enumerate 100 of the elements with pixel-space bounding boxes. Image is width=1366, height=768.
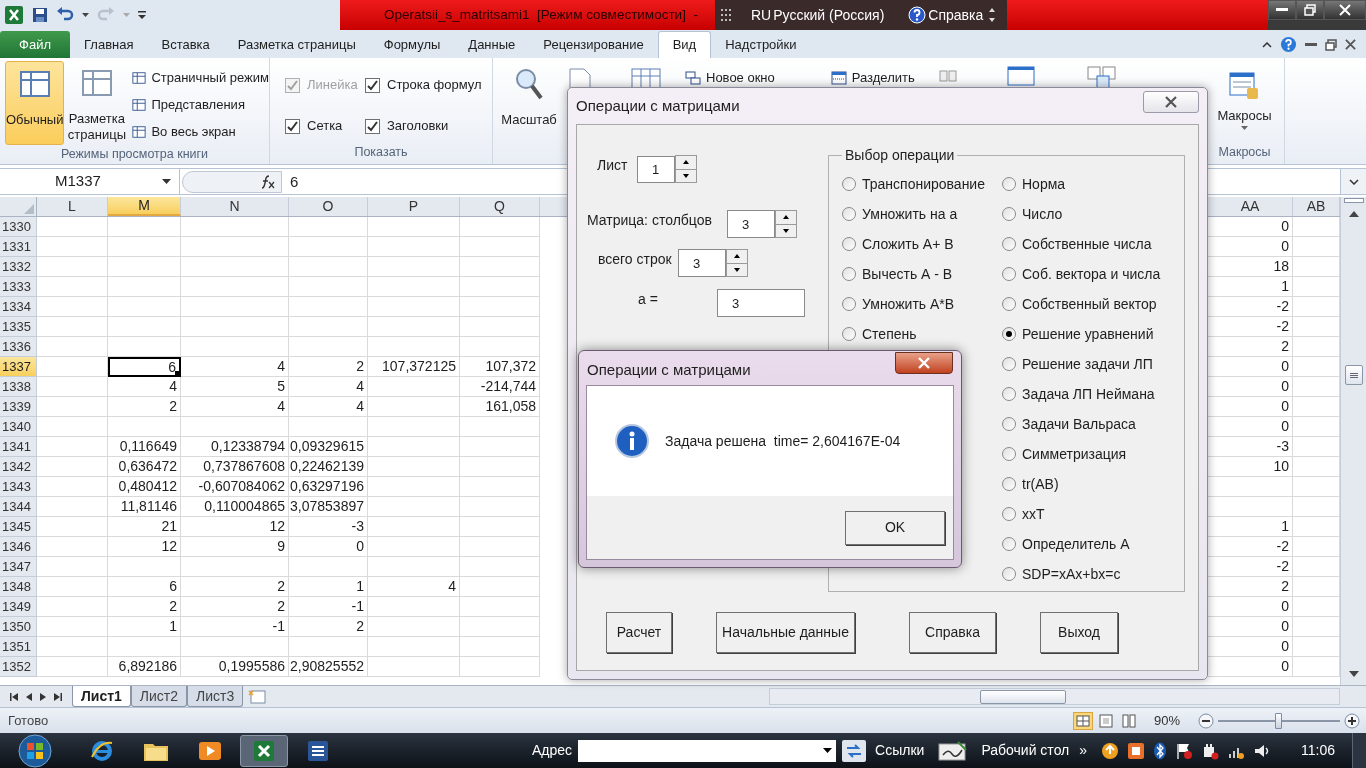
ribbon-tab[interactable]: Рецензирование xyxy=(529,31,658,58)
down-arrow-icon[interactable] xyxy=(1348,671,1359,677)
checkbox-option[interactable]: Строка формул xyxy=(365,75,495,95)
save-icon[interactable] xyxy=(32,7,48,23)
row-header[interactable]: 1344 xyxy=(0,497,37,517)
desktop-label[interactable]: Рабочий стол xyxy=(981,740,1070,761)
caret-icon[interactable] xyxy=(82,13,89,17)
next-sheet-icon[interactable] xyxy=(40,692,46,701)
row-header[interactable]: 1338 xyxy=(0,377,37,397)
dialog-button[interactable]: Выход xyxy=(1040,612,1118,653)
column-header[interactable]: N xyxy=(181,197,289,216)
sheet-tab[interactable]: Лист2 xyxy=(130,686,188,707)
row-header[interactable]: 1349 xyxy=(0,597,37,617)
row-header[interactable]: 1350 xyxy=(0,617,37,637)
close-button[interactable] xyxy=(895,352,953,374)
first-sheet-icon[interactable] xyxy=(10,692,18,701)
ribbon-tab[interactable]: Надстройки xyxy=(711,31,811,58)
row-header[interactable]: 1348 xyxy=(0,577,37,597)
split-box[interactable] xyxy=(1343,198,1364,203)
row-header[interactable]: 1352 xyxy=(0,657,37,677)
zoom-in-icon[interactable] xyxy=(1344,712,1360,729)
row-header[interactable]: 1347 xyxy=(0,557,37,577)
column-header[interactable]: O xyxy=(289,197,368,216)
radio-option[interactable]: Степень xyxy=(842,319,1002,349)
view-mode-button[interactable]: Обычный xyxy=(5,61,65,145)
radio-option[interactable]: tr(AB) xyxy=(1002,469,1161,499)
radio-option[interactable]: Вычесть А - В xyxy=(842,259,1002,289)
row-header[interactable]: 1346 xyxy=(0,537,37,557)
zoom-out-icon[interactable] xyxy=(1198,712,1214,729)
spin-buttons[interactable] xyxy=(775,210,797,238)
ribbon-tab[interactable]: Разметка страницы xyxy=(223,31,370,58)
dialog-button[interactable]: Справка xyxy=(909,612,996,653)
radio-option[interactable]: SDP=xAx+bx=c xyxy=(1002,559,1161,589)
file-tab[interactable]: Файл xyxy=(0,31,70,58)
row-header[interactable]: 1342 xyxy=(0,457,37,477)
ribbon-tab[interactable]: Вставка xyxy=(147,31,224,58)
radio-option[interactable]: Транспонирование xyxy=(842,169,1002,199)
expand-icon[interactable] xyxy=(1348,178,1359,185)
row-header[interactable]: 1337 xyxy=(0,357,37,377)
function-icon[interactable] xyxy=(259,174,275,189)
update-icon[interactable] xyxy=(1101,741,1120,760)
start-button[interactable] xyxy=(18,733,52,768)
options-icon[interactable] xyxy=(989,8,996,22)
column-header[interactable]: Q xyxy=(460,197,540,216)
radio-option[interactable]: xxT xyxy=(1002,499,1161,529)
column-header[interactable]: M xyxy=(108,197,181,216)
address-field[interactable] xyxy=(578,739,837,762)
radio-option[interactable]: Задачи Вальраса xyxy=(1002,409,1161,439)
checkbox-option[interactable]: Сетка xyxy=(285,116,365,137)
help-icon[interactable] xyxy=(908,6,927,24)
clock[interactable]: 11:06 xyxy=(1301,740,1336,761)
a-value-field[interactable]: 3 xyxy=(717,289,805,317)
radio-option[interactable]: Сложить А+ В xyxy=(842,229,1002,259)
row-header[interactable]: 1336 xyxy=(0,337,37,357)
slider-thumb[interactable] xyxy=(1275,712,1282,729)
radio-option[interactable]: Норма xyxy=(1002,169,1161,199)
name-box[interactable]: M1337 xyxy=(0,169,180,194)
ribbon-tab[interactable]: Данные xyxy=(454,31,530,58)
customize-icon[interactable] xyxy=(138,10,146,20)
fill-handle[interactable] xyxy=(175,371,179,375)
close-icon[interactable] xyxy=(1345,39,1356,50)
radio-option[interactable]: Число xyxy=(1002,199,1161,229)
last-sheet-icon[interactable] xyxy=(54,692,62,701)
radio-option[interactable]: Решение уравнений xyxy=(1002,319,1161,349)
zoom-slider[interactable] xyxy=(1218,712,1340,729)
row-header[interactable]: 1341 xyxy=(0,437,37,457)
row-header[interactable]: 1345 xyxy=(0,517,37,537)
radio-option[interactable]: Задача ЛП Неймана xyxy=(1002,379,1161,409)
checkbox-option[interactable]: Заголовки xyxy=(365,116,495,137)
selected-cell[interactable]: 6 xyxy=(108,357,181,377)
collapse-ribbon-icon[interactable] xyxy=(1262,41,1272,48)
column-header[interactable]: P xyxy=(368,197,460,216)
row-header[interactable]: 1351 xyxy=(0,637,37,657)
columns-field[interactable]: 3 xyxy=(727,210,775,238)
taskbar-button[interactable] xyxy=(240,734,288,767)
links-label[interactable]: Ссылки xyxy=(875,740,925,761)
close-button[interactable] xyxy=(1143,91,1199,113)
sheet-field[interactable]: 1 xyxy=(637,155,675,183)
view-option[interactable]: Страничный режим xyxy=(132,67,269,88)
row-header[interactable]: 1335 xyxy=(0,317,37,337)
language-name[interactable]: Русский (Россия) xyxy=(773,4,885,26)
row-header[interactable]: 1331 xyxy=(0,237,37,257)
horizontal-scrollbar[interactable] xyxy=(769,688,1340,705)
dialog-button[interactable]: Расчет xyxy=(606,612,672,653)
restore-icon[interactable] xyxy=(1325,38,1337,51)
close-button[interactable] xyxy=(1324,0,1366,20)
radio-option[interactable]: Решение задачи ЛП xyxy=(1002,349,1161,379)
signature-icon[interactable] xyxy=(938,739,969,762)
radio-option[interactable]: Собственный вектор xyxy=(1002,289,1161,319)
previous-sheet-icon[interactable] xyxy=(26,692,32,701)
view-option[interactable]: Во весь экран xyxy=(132,121,269,142)
macros-button[interactable]: Макросы xyxy=(1217,58,1272,144)
power-icon[interactable] xyxy=(1201,741,1220,760)
more-toolbars[interactable]: » xyxy=(1079,740,1088,761)
sheet-tab[interactable]: Лист3 xyxy=(187,686,244,707)
flag-icon[interactable] xyxy=(1175,741,1194,760)
radio-option[interactable]: Симметризация xyxy=(1002,439,1161,469)
ok-button[interactable]: OK xyxy=(845,510,945,545)
spin-buttons[interactable] xyxy=(726,249,748,277)
radio-option[interactable]: Определитель А xyxy=(1002,529,1161,559)
